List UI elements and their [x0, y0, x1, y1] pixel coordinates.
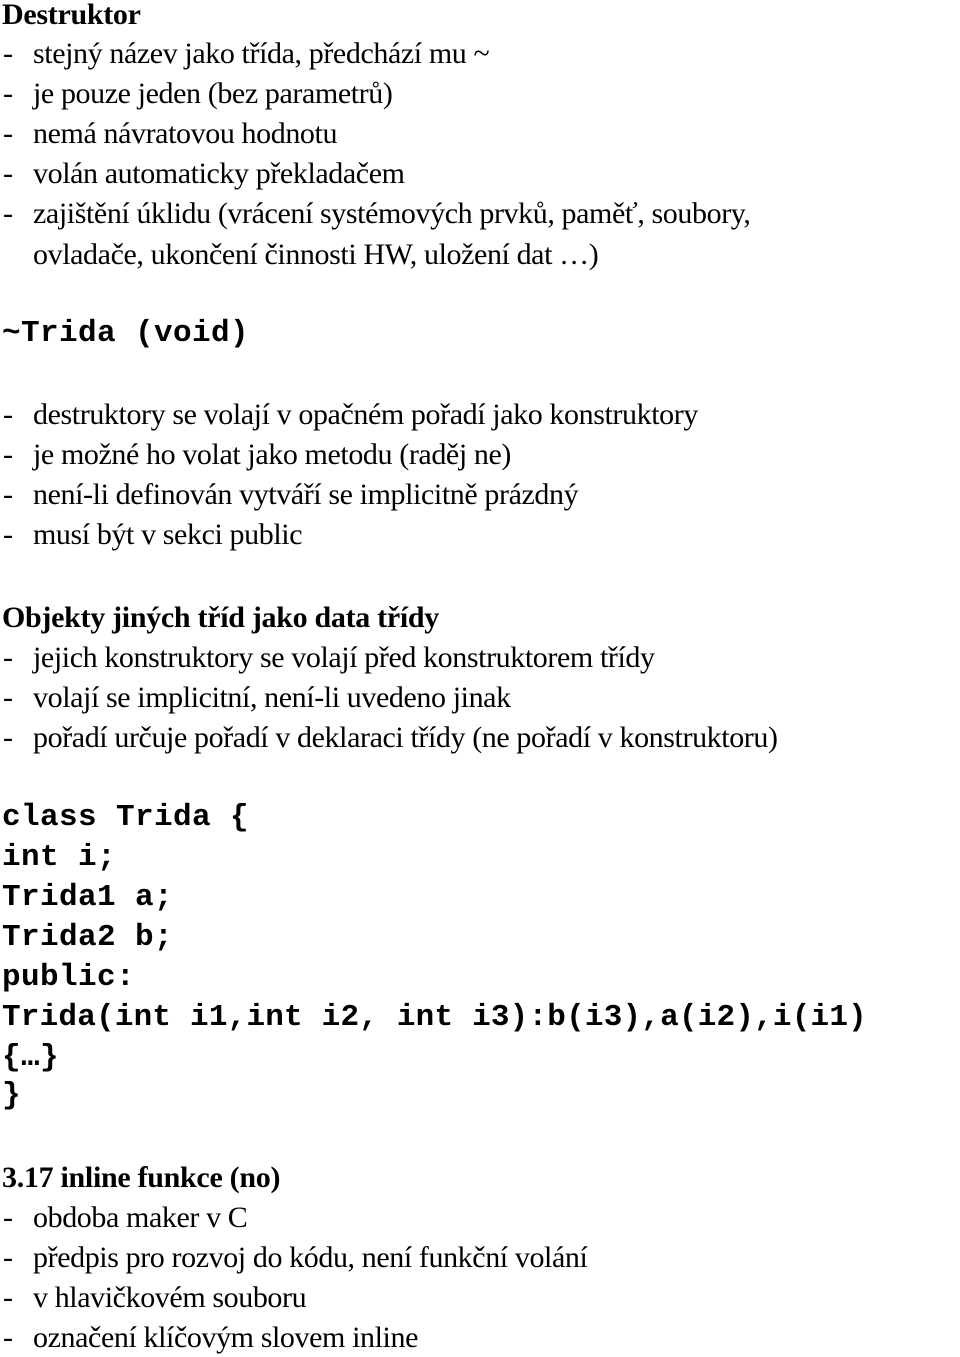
list-item-text: označení klíčovým slovem inline	[33, 1321, 418, 1354]
code-line: }	[2, 1078, 22, 1113]
list-item-continuation: ovladače, ukončení činnosti HW, uložení …	[33, 238, 599, 271]
code-destructor-signature: ~Trida (void)	[2, 316, 250, 351]
bullet-dash: -	[3, 37, 13, 70]
bullet-dash: -	[3, 1321, 13, 1354]
list-item-text: v hlavičkovém souboru	[33, 1281, 307, 1314]
heading-destruktor: Destruktor	[2, 0, 141, 31]
bullet-dash: -	[3, 117, 13, 150]
bullet-dash: -	[3, 721, 13, 754]
list-item-text: volají se implicitní, není-li uvedeno ji…	[33, 681, 511, 714]
bullet-dash: -	[3, 641, 13, 674]
list-item-text: jejich konstruktory se volají před konst…	[33, 641, 655, 674]
list-item-text: předpis pro rozvoj do kódu, není funkční…	[33, 1241, 588, 1274]
bullet-dash: -	[3, 518, 13, 551]
code-line: int i;	[2, 840, 117, 875]
list-item-text: je pouze jeden (bez parametrů)	[33, 77, 393, 110]
list-item-text: stejný název jako třída, předchází mu ~	[33, 37, 490, 70]
bullet-dash: -	[3, 1241, 13, 1274]
code-line: {…}	[2, 1040, 60, 1075]
list-item-text: obdoba maker v C	[33, 1201, 248, 1234]
bullet-dash: -	[3, 77, 13, 110]
list-item-text: není-li definován vytváří se implicitně …	[33, 478, 579, 511]
code-line: public:	[2, 960, 136, 995]
list-item-text: pořadí určuje pořadí v deklaraci třídy (…	[33, 721, 778, 754]
list-item-text: volán automaticky překladačem	[33, 157, 405, 190]
bullet-dash: -	[3, 197, 13, 230]
bullet-dash: -	[3, 157, 13, 190]
code-line: Trida1 a;	[2, 880, 174, 915]
list-item-text: musí být v sekci public	[33, 518, 303, 551]
bullet-dash: -	[3, 681, 13, 714]
list-item-text: nemá návratovou hodnotu	[33, 117, 338, 150]
heading-objekty: Objekty jiných tříd jako data třídy	[2, 601, 440, 634]
code-line: class Trida {	[2, 800, 250, 835]
bullet-dash: -	[3, 1281, 13, 1314]
list-item-text: destruktory se volají v opačném pořadí j…	[33, 398, 698, 431]
list-item-text: je možné ho volat jako metodu (raděj ne)	[33, 438, 511, 471]
code-line: Trida2 b;	[2, 920, 174, 955]
heading-inline: 3.17 inline funkce (no)	[2, 1161, 281, 1194]
bullet-dash: -	[3, 398, 13, 431]
list-item-text: zajištění úklidu (vrácení systémových pr…	[33, 197, 751, 230]
code-line: Trida(int i1,int i2, int i3):b(i3),a(i2)…	[2, 1000, 867, 1035]
bullet-dash: -	[3, 1201, 13, 1234]
bullet-dash: -	[3, 438, 13, 471]
bullet-dash: -	[3, 478, 13, 511]
